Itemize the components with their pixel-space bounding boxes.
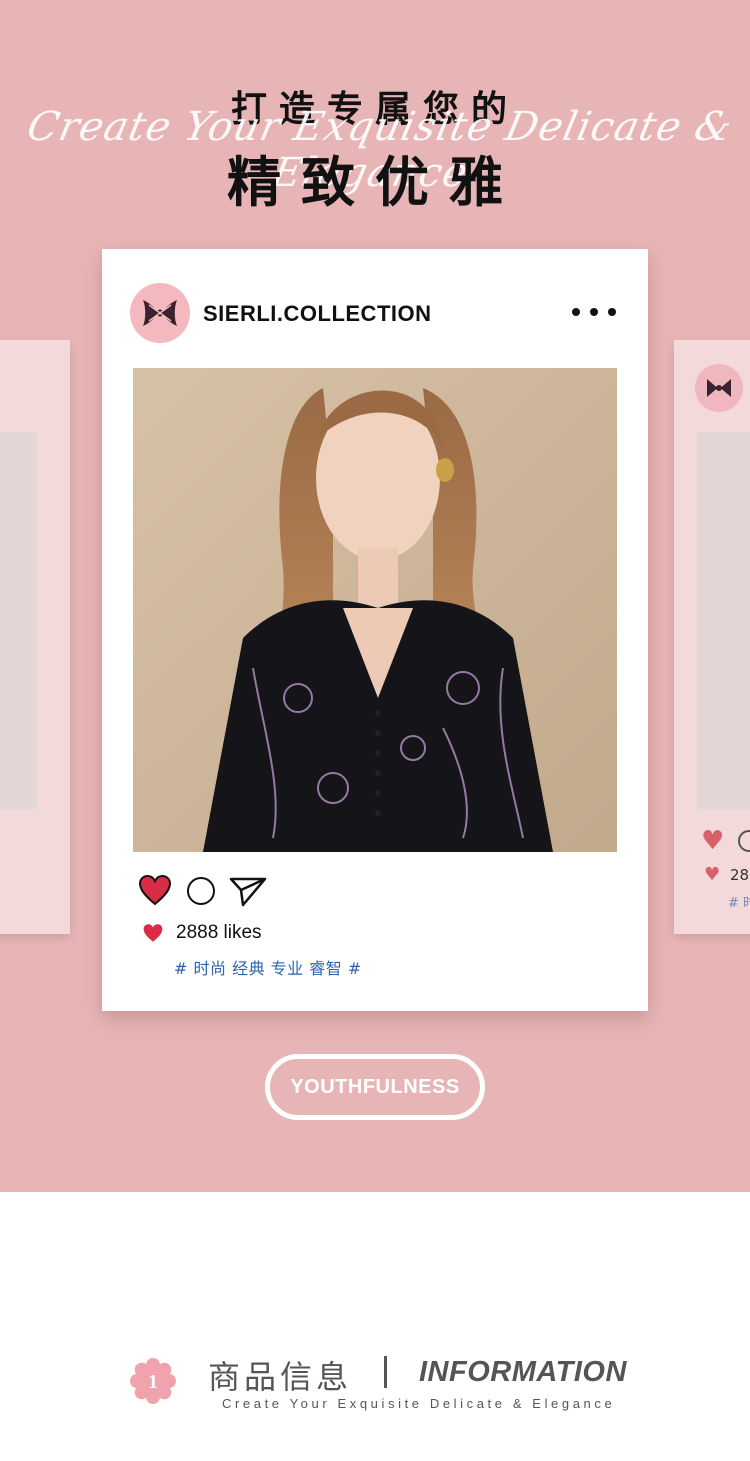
- section-title-en: INFORMATION: [419, 1356, 627, 1388]
- brand-logo-icon: [707, 379, 731, 397]
- section-subtitle: Create Your Exquisite Delicate & Eleganc…: [222, 1396, 616, 1411]
- side-card-right[interactable]: ♥ ♥ 288 # 时: [674, 340, 750, 934]
- section-number-badge: 1: [130, 1358, 176, 1404]
- post-photo[interactable]: [133, 368, 617, 852]
- likes-count: 2888 likes: [176, 922, 262, 943]
- likes-heart-icon: ♥: [704, 864, 721, 885]
- post-username[interactable]: SIERLI.COLLECTION: [203, 301, 432, 327]
- comment-icon[interactable]: [738, 830, 750, 852]
- badge-number: 1: [148, 1371, 158, 1393]
- post-hashtags[interactable]: # 时尚 经典 专业 睿智 #: [174, 955, 362, 979]
- profile-avatar[interactable]: [130, 283, 190, 343]
- side-card-avatar: [695, 364, 743, 412]
- hero-banner: 打造专属您的 Create Your Exquisite Delicate & …: [0, 0, 750, 1192]
- side-tags: # 时: [728, 896, 750, 911]
- share-icon[interactable]: [229, 875, 267, 907]
- side-card-photo-placeholder: [0, 432, 37, 809]
- model-photo-illustration: [133, 368, 617, 852]
- dot: [590, 308, 598, 316]
- side-likes-count: 288: [730, 866, 750, 884]
- side-card-photo-placeholder: [697, 432, 750, 809]
- more-dots-icon[interactable]: [572, 297, 616, 327]
- dot: [572, 308, 580, 316]
- heart-icon[interactable]: ♥: [701, 828, 724, 854]
- post-card: SIERLI.COLLECTION 2888 likes # 时尚 经典 专业 …: [102, 249, 648, 1011]
- youthfulness-button[interactable]: YOUTHFULNESS: [265, 1054, 485, 1120]
- dot: [608, 308, 616, 316]
- hero-title-big: 精致优雅: [227, 151, 523, 214]
- side-card-left[interactable]: [0, 340, 70, 934]
- comment-icon[interactable]: [187, 877, 215, 905]
- section-divider: [384, 1356, 387, 1388]
- likes-heart-icon: [143, 924, 163, 942]
- section-title-cn: 商品信息: [208, 1358, 353, 1396]
- brand-logo-icon: [143, 300, 177, 326]
- heart-icon[interactable]: [138, 874, 172, 906]
